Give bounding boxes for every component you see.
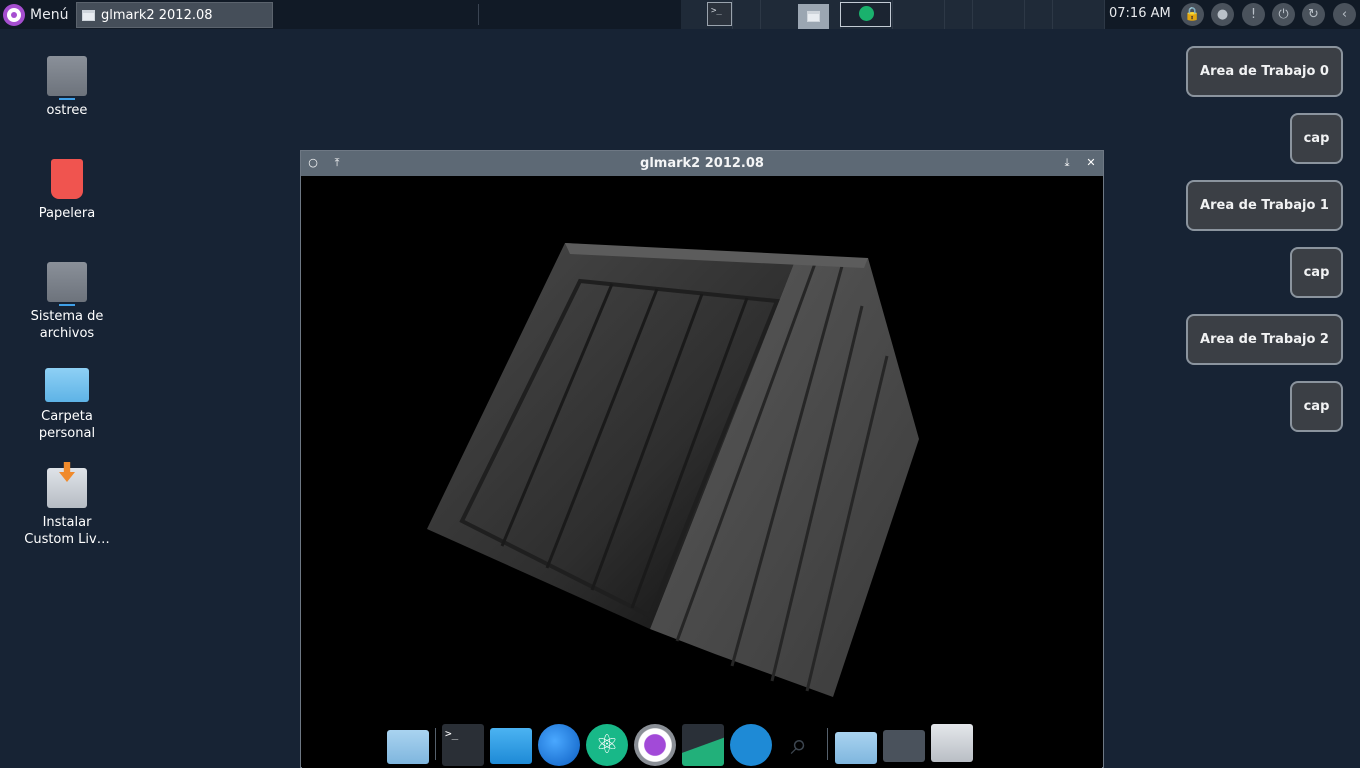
desktop-icon-filesystem[interactable]: Sistema de archivos <box>17 262 117 342</box>
window-icon[interactable] <box>883 730 925 762</box>
drive-icon <box>47 56 87 100</box>
desktop-icon-label: Instalar Custom Liv… <box>24 515 110 547</box>
wooden-crate-render <box>427 243 919 697</box>
panel-separator <box>478 4 479 25</box>
search-icon[interactable]: ⌕ <box>778 724 820 766</box>
trash-icon <box>51 159 83 199</box>
workspace-button-0[interactable]: Area de Trabajo 0 <box>1186 46 1343 97</box>
workspace-cap-1[interactable]: cap <box>1290 247 1343 298</box>
dock: >_ ⚛ ⌕ <box>380 720 980 768</box>
cap-label: cap <box>1303 399 1330 414</box>
workspace-cap-2[interactable]: cap <box>1290 381 1343 432</box>
top-panel: Menú glmark2 2012.08 07:16 AM 🔒 ● ! ⏻ ↻ … <box>0 0 1360 29</box>
app-grid-icon[interactable] <box>730 724 772 766</box>
minimize-icon[interactable]: ⤓ <box>1059 155 1075 171</box>
drive-folder-icon[interactable] <box>387 730 429 764</box>
render-canvas <box>302 176 1102 768</box>
workspace-pager <box>681 0 1105 29</box>
cap-label: cap <box>1303 265 1330 280</box>
pager-glmark-window-icon[interactable] <box>840 2 891 27</box>
home-folder-icon <box>45 368 89 402</box>
desktop-icon-home[interactable]: Carpeta personal <box>17 368 117 442</box>
user-icon[interactable]: ● <box>1211 3 1234 26</box>
menu-label: Menú <box>30 6 69 23</box>
taskbar-item-label: glmark2 2012.08 <box>101 7 213 23</box>
pager-cell[interactable] <box>893 0 945 29</box>
browser-icon[interactable] <box>538 724 580 766</box>
desktop-icon-label: Papelera <box>38 206 96 221</box>
workspace-label: Area de Trabajo 1 <box>1200 198 1329 213</box>
terminal-icon[interactable]: >_ <box>442 724 484 766</box>
workspace-button-1[interactable]: Area de Trabajo 1 <box>1186 180 1343 231</box>
window-icon <box>807 11 820 22</box>
menu-logo-icon <box>3 3 25 26</box>
system-monitor-icon[interactable] <box>682 724 724 766</box>
glmark2-window[interactable]: ○ ⤒ glmark2 2012.08 ⤓ ✕ <box>300 150 1104 768</box>
pager-cell[interactable] <box>1025 0 1053 29</box>
cap-label: cap <box>1303 131 1330 146</box>
desktop-icon-label: ostree <box>46 103 88 118</box>
taskbar-item-glmark2[interactable]: glmark2 2012.08 <box>76 2 273 28</box>
restart-icon[interactable]: ↻ <box>1302 3 1325 26</box>
clock[interactable]: 07:16 AM <box>1109 6 1171 21</box>
desktop-icon-trash[interactable]: Papelera <box>17 159 117 222</box>
dock-separator <box>435 728 436 760</box>
drive-icon <box>47 262 87 306</box>
camera-icon[interactable] <box>634 724 676 766</box>
lock-icon[interactable]: 🔒 <box>1181 3 1204 26</box>
workspace-cap-0[interactable]: cap <box>1290 113 1343 164</box>
usb-drive-icon[interactable] <box>931 724 973 762</box>
folder-icon[interactable] <box>835 732 877 764</box>
info-icon[interactable]: ! <box>1242 3 1265 26</box>
atom-icon[interactable]: ⚛ <box>586 724 628 766</box>
pager-cell[interactable] <box>1053 0 1105 29</box>
menu-button[interactable]: Menú <box>3 3 68 26</box>
desktop-icon-ostree[interactable]: ostree <box>17 56 117 119</box>
close-icon[interactable]: ✕ <box>1083 155 1099 171</box>
installer-icon <box>47 468 87 508</box>
window-icon <box>82 9 95 21</box>
pager-terminal-icon[interactable] <box>707 2 732 26</box>
workspace-label: Area de Trabajo 0 <box>1200 64 1329 79</box>
pager-cell[interactable] <box>973 0 1025 29</box>
pager-active-workspace[interactable] <box>798 4 829 29</box>
window-titlebar[interactable]: ○ ⤒ glmark2 2012.08 ⤓ ✕ <box>301 151 1103 176</box>
desktop-icon-label: Carpeta personal <box>38 409 96 441</box>
workspace-button-2[interactable]: Area de Trabajo 2 <box>1186 314 1343 365</box>
workspace-label: Area de Trabajo 2 <box>1200 332 1329 347</box>
back-icon[interactable]: ‹ <box>1333 3 1356 26</box>
files-icon[interactable] <box>490 728 532 764</box>
pager-cell[interactable] <box>945 0 973 29</box>
dock-separator <box>827 728 828 760</box>
desktop-icon-installer[interactable]: Instalar Custom Liv… <box>17 468 117 548</box>
power-icon[interactable]: ⏻ <box>1272 3 1295 26</box>
desktop-icon-label: Sistema de archivos <box>30 309 104 341</box>
pager-cell[interactable] <box>733 0 761 29</box>
window-title: glmark2 2012.08 <box>640 156 764 171</box>
